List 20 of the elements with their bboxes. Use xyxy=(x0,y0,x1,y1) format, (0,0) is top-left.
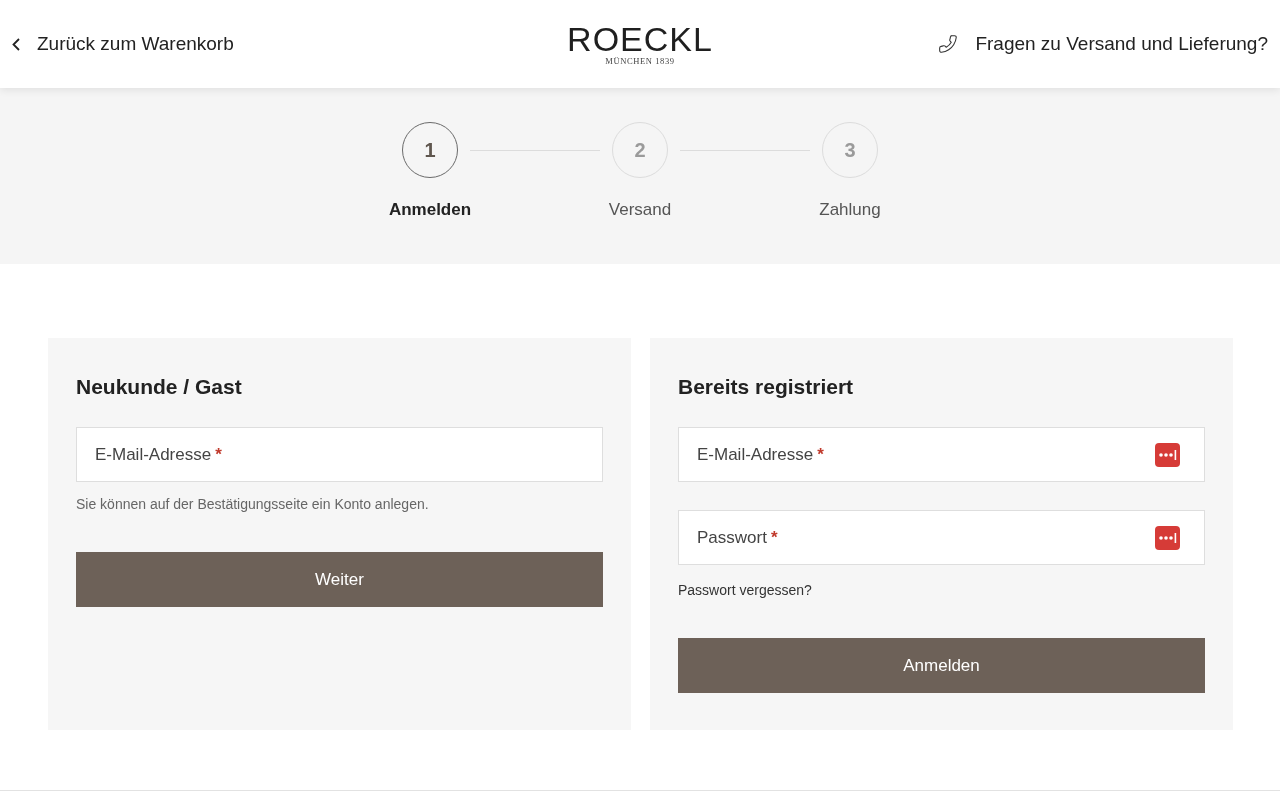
help-link[interactable]: Fragen zu Versand und Lieferung? xyxy=(938,29,1268,59)
password-manager-icon xyxy=(1155,442,1180,467)
panel-title: Neukunde / Gast xyxy=(76,374,243,400)
input-field[interactable]: E-Mail-Adresse * xyxy=(678,427,1205,482)
hint-text: Sie können auf der Bestätigungsseite ein Konto anlegen. xyxy=(76,495,430,513)
chevron-left-icon xyxy=(12,37,20,51)
back-link[interactable]: Zurück zum Warenkorb xyxy=(12,29,234,59)
forgot-password-link[interactable]: Passwort vergessen? xyxy=(678,581,812,599)
step-label: Anmelden xyxy=(388,199,472,221)
submit-button[interactable]: Anmelden xyxy=(678,638,1205,693)
phone-icon xyxy=(938,34,959,54)
password-manager-icon xyxy=(1155,525,1180,550)
input-field[interactable]: Passwort * xyxy=(678,510,1205,565)
logo-tagline: MÜNCHEN 1839 xyxy=(605,57,675,66)
step-label: Versand xyxy=(608,199,672,221)
submit-button[interactable]: Weiter xyxy=(76,552,603,607)
panel-title: Bereits registriert xyxy=(678,374,855,400)
logo-wordmark: ROECKL xyxy=(567,22,713,57)
input-field[interactable]: E-Mail-Adresse * xyxy=(76,427,603,482)
step-label: Zahlung xyxy=(819,199,881,221)
